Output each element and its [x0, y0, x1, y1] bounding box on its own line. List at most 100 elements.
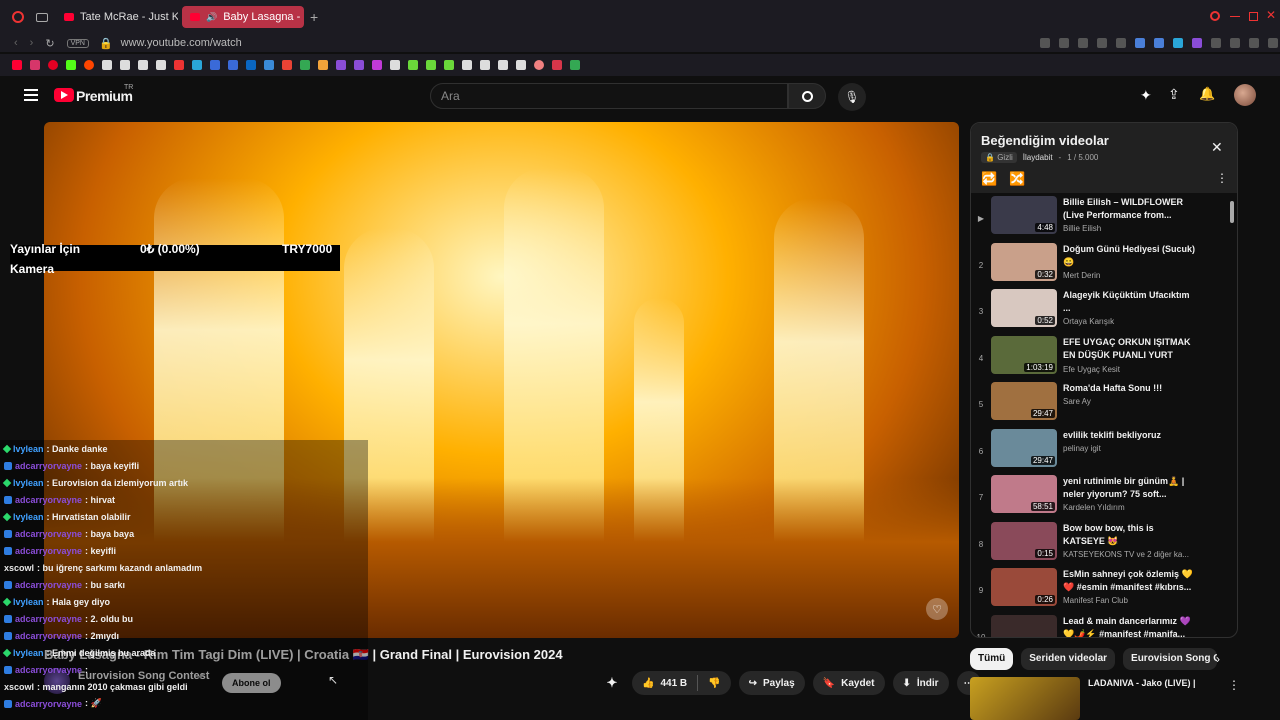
voice-search-icon[interactable]: 🎙 [838, 83, 866, 111]
next-video-more-icon[interactable]: ⋮ [1228, 678, 1240, 692]
shuffle-icon[interactable]: 🔀 [1009, 171, 1025, 187]
reload-icon[interactable]: ↻ [45, 37, 54, 50]
playlist-item[interactable]: 4 1:03:19 EFE UYGAÇ ORKUN IŞITMAK EN DÜŞÜK… [971, 333, 1237, 380]
bookmark-icon[interactable] [174, 60, 184, 70]
bookmark-icon[interactable] [534, 60, 544, 70]
save-button[interactable]: 🔖 Kaydet [812, 671, 885, 695]
download-button[interactable]: ⬇ İndir [892, 671, 949, 695]
create-icon[interactable]: ✦ [1140, 87, 1152, 104]
bookmark-icon[interactable] [390, 60, 400, 70]
opera-logo-icon[interactable] [12, 11, 24, 23]
playlist-item[interactable]: 7 58:51 yeni rutinimle bir günüm🧘 | neler … [971, 472, 1237, 519]
playlist-thumbnail[interactable]: 0:15 [991, 521, 1057, 560]
playlist-item-title[interactable]: Lead & main dancerlarımız 💜 💛🌶️⚡ #manife… [1063, 615, 1195, 638]
search-button[interactable] [788, 83, 826, 109]
dislike-icon[interactable]: 👎 [708, 678, 720, 689]
vpn-badge[interactable]: VPN [66, 38, 89, 48]
playlist-item-title[interactable]: evlilik teklifi bekliyoruz [1063, 429, 1195, 442]
playlist-item[interactable]: ▶ 4:48 Billie Eilish – WILDFLOWER (Live Pe… [971, 193, 1237, 240]
chip-eurovision[interactable]: Eurovision Song Cont [1123, 648, 1218, 670]
bookmark-drive-icon[interactable] [300, 60, 310, 70]
search-tabs-icon[interactable] [1210, 11, 1220, 21]
chip-all[interactable]: Tümü [970, 648, 1014, 670]
scrollbar[interactable] [1230, 201, 1234, 223]
like-heart-icon[interactable]: ♡ [926, 598, 948, 620]
extensions-icons[interactable] [1040, 38, 1278, 48]
playlist-item[interactable]: 8 0:15 Bow bow bow, this is KATSEYE 😻 KATSE… [971, 519, 1237, 566]
bookmark-icon[interactable] [516, 60, 526, 70]
playlist-item[interactable]: 9 0:26 EsMin sahneyi çok özlemiş 💛 ❤️ #esm… [971, 565, 1237, 612]
playlist-thumbnail[interactable]: 4:48 [991, 196, 1057, 234]
bookmark-icon[interactable] [354, 60, 364, 70]
playlist-item-title[interactable]: Billie Eilish – WILDFLOWER (Live Perform… [1063, 196, 1195, 222]
bookmark-icon[interactable] [552, 60, 562, 70]
bookmark-wikipedia-icon[interactable] [462, 60, 472, 70]
close-icon[interactable]: ✕ [1211, 139, 1223, 156]
playlist-item-title[interactable]: EFE UYGAÇ ORKUN IŞITMAK EN DÜŞÜK PUANLI … [1063, 336, 1195, 363]
ask-icon[interactable]: ✦ [600, 671, 624, 695]
like-count[interactable]: 441 B [660, 678, 687, 689]
playlist-thumbnail[interactable]: 0:52 [991, 289, 1057, 327]
bookmark-icon[interactable] [336, 60, 346, 70]
playlist-title[interactable]: Beğendiğim videolar [981, 133, 1227, 148]
like-icon[interactable]: 👍 [642, 678, 654, 689]
playlist-thumbnail[interactable]: 29:47 [991, 428, 1057, 467]
playlist-item[interactable]: 5 29:47 Roma'da Hafta Sonu !!! Sare Ay [971, 379, 1237, 426]
playlist-item-title[interactable]: Bow bow bow, this is KATSEYE 😻 [1063, 522, 1195, 548]
close-window-button[interactable]: ✕ [1266, 8, 1276, 22]
loop-icon[interactable]: 🔁 [981, 171, 997, 187]
bookmark-icon[interactable] [498, 60, 508, 70]
forward-icon[interactable]: › [30, 37, 34, 49]
youtube-logo-icon[interactable] [54, 88, 74, 102]
playlist-thumbnail[interactable]: 29:47 [991, 382, 1057, 420]
bookmark-icon[interactable] [426, 60, 436, 70]
bookmark-tiktok-icon[interactable] [138, 60, 148, 70]
bookmark-reddit-icon[interactable] [84, 60, 94, 70]
more-icon[interactable]: ⋮ [1216, 171, 1228, 185]
bookmark-icon[interactable] [318, 60, 328, 70]
share-button[interactable]: ↪ Paylaş [738, 671, 805, 695]
playlist-thumbnail[interactable]: 1:03:19 [991, 335, 1057, 374]
bookmark-instagram-icon[interactable] [30, 60, 40, 70]
playlist-thumbnail[interactable]: 0:26 [991, 568, 1057, 606]
search-input[interactable]: Ara [430, 83, 788, 109]
menu-icon[interactable] [24, 89, 38, 101]
next-video-thumb[interactable] [970, 677, 1080, 720]
bookmark-x-icon[interactable] [102, 60, 112, 70]
bookmark-gmail-icon[interactable] [282, 60, 292, 70]
bookmark-icon[interactable] [444, 60, 454, 70]
bookmark-linkedin-icon[interactable] [246, 60, 256, 70]
playlist-item[interactable]: 2 0:32 Doğum Günü Hediyesi (Sucuk) 😀 Mert D… [971, 240, 1237, 287]
bookmark-icon[interactable] [192, 60, 202, 70]
maximize-button[interactable] [1249, 12, 1258, 21]
minimize-button[interactable] [1230, 16, 1240, 17]
workspaces-icon[interactable] [36, 12, 48, 22]
tab-tate-mcrae[interactable]: Tate McRae - Just Keep W [56, 6, 178, 28]
playlist-item[interactable]: 6 29:47 evlilik teklifi bekliyoruz pelinay … [971, 426, 1237, 473]
bookmark-icon[interactable] [156, 60, 166, 70]
bookmark-kick-icon[interactable] [66, 60, 76, 70]
playlist-item[interactable]: 10 0:20 Lead & main dancerlarımız 💜 💛🌶️⚡ #… [971, 612, 1237, 638]
playlist-item-title[interactable]: Doğum Günü Hediyesi (Sucuk) 😀 [1063, 243, 1195, 269]
bookmark-icon[interactable] [210, 60, 220, 70]
playlist-item-title[interactable]: EsMin sahneyi çok özlemiş 💛 ❤️ #esmin #m… [1063, 568, 1195, 594]
bookmark-icon[interactable] [408, 60, 418, 70]
notifications-icon[interactable]: 🔔 [1199, 86, 1215, 102]
new-tab-button[interactable]: + [310, 9, 318, 25]
back-icon[interactable]: ‹ [14, 37, 18, 49]
chip-series[interactable]: Seriden videolar [1021, 648, 1116, 670]
avatar[interactable] [1234, 84, 1256, 106]
url-field[interactable]: www.youtube.com/watch [121, 37, 242, 49]
bookmark-youtube-icon[interactable] [12, 60, 22, 70]
bookmark-icon[interactable] [228, 60, 238, 70]
tab-baby-lasagna[interactable]: 🔊 Baby Lasagna - Rim Ti [182, 6, 304, 28]
bookmark-icon[interactable] [120, 60, 130, 70]
bookmark-pinterest-icon[interactable] [48, 60, 58, 70]
playlist-item-title[interactable]: yeni rutinimle bir günüm🧘 | neler yiyoru… [1063, 475, 1195, 501]
playlist-thumbnail[interactable]: 0:20 [991, 614, 1057, 637]
playlist-item[interactable]: 3 0:52 Alageyik Küçüktüm Ufacıktım ... Orta… [971, 286, 1237, 333]
playlist-thumbnail[interactable]: 58:51 [991, 475, 1057, 513]
bookmark-icon[interactable] [264, 60, 274, 70]
playlist-owner[interactable]: İlaydabit [1023, 153, 1053, 162]
playlist-thumbnail[interactable]: 0:32 [991, 242, 1057, 281]
